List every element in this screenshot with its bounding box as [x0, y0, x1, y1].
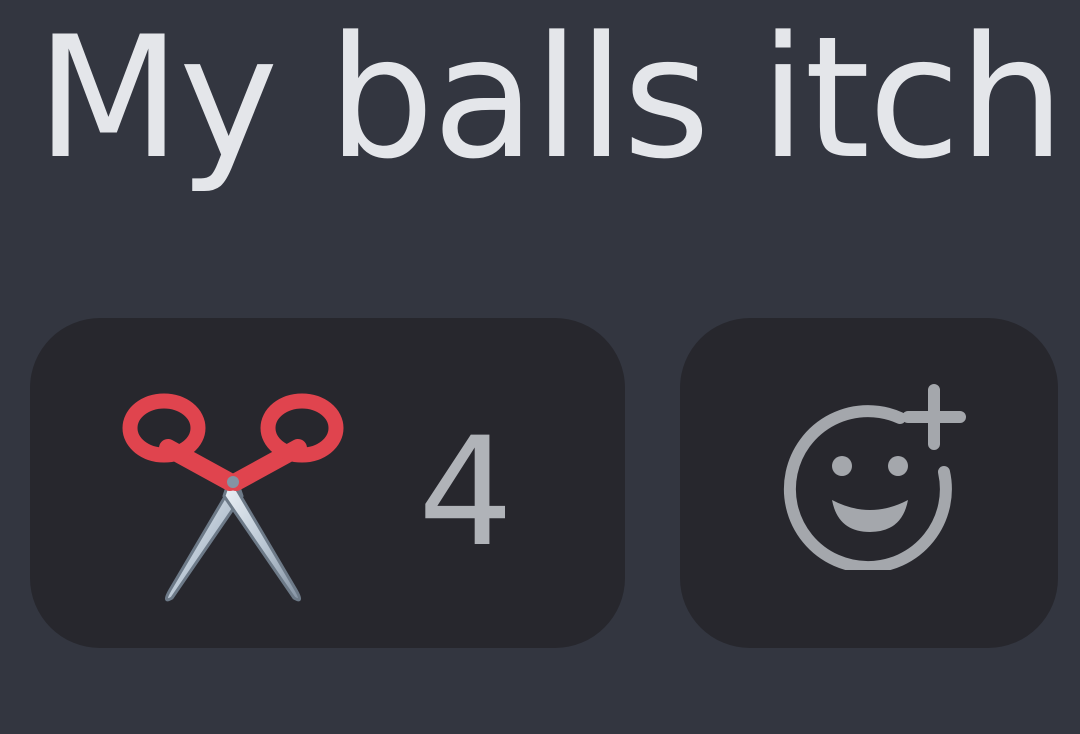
- reaction-count: 4: [418, 406, 514, 580]
- scissors-icon: [122, 393, 344, 602]
- add-reaction-icon: [783, 384, 966, 570]
- message-text: My balls itch: [36, 0, 1065, 196]
